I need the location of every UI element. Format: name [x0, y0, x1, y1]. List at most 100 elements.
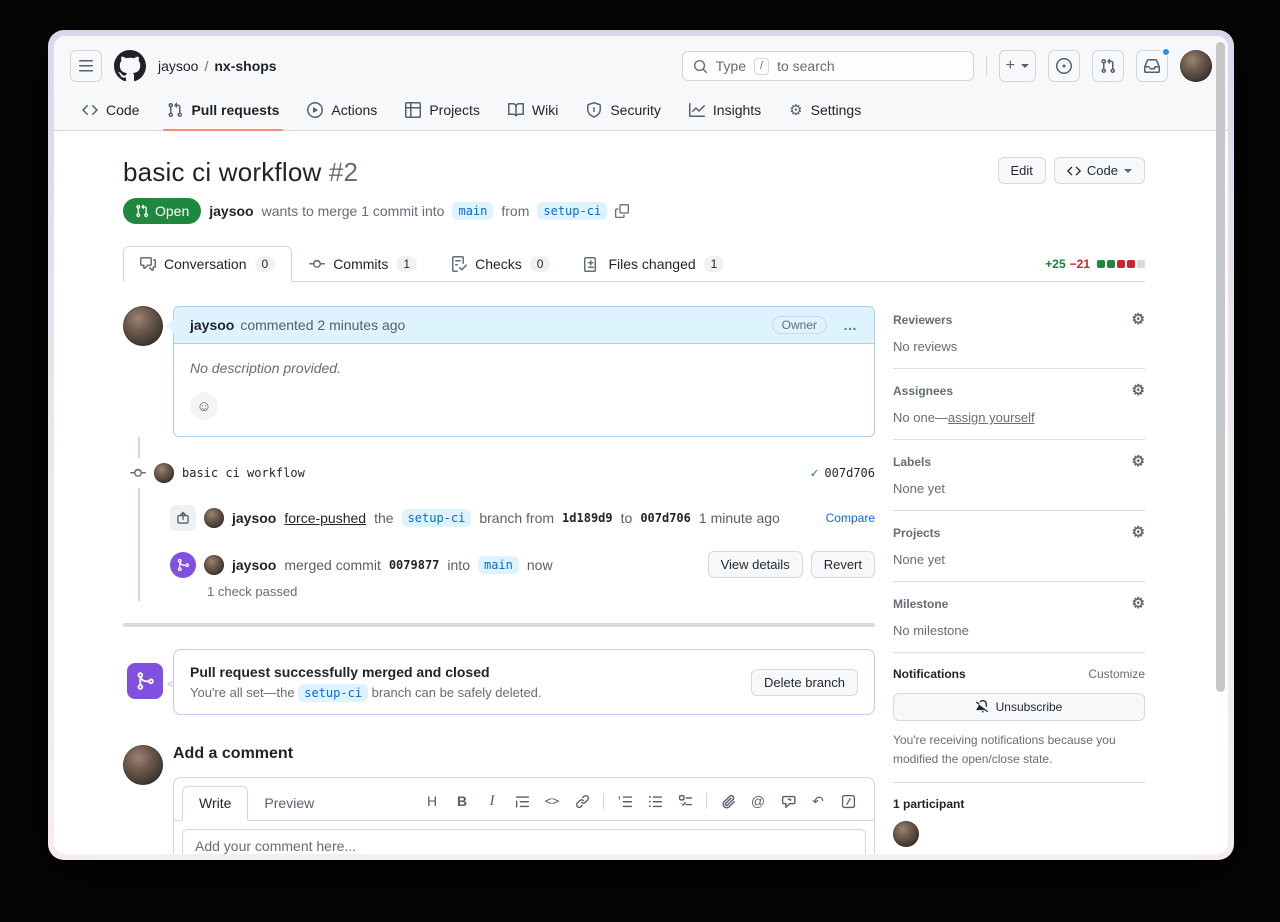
copy-icon[interactable] [615, 204, 629, 218]
base-branch-label[interactable]: main [478, 556, 519, 574]
check-passed-icon[interactable]: ✓ [811, 466, 819, 481]
create-new-button[interactable]: + [999, 50, 1036, 82]
nav-tab-security[interactable]: Security [574, 94, 673, 130]
tab-conversation[interactable]: Conversation 0 [123, 246, 292, 282]
participant-avatar[interactable] [893, 821, 919, 847]
diffstat: +25 −21 [1045, 257, 1145, 281]
breadcrumb-repo[interactable]: nx-shops [214, 58, 276, 74]
slash-commands-icon[interactable] [834, 788, 862, 814]
tab-commits[interactable]: Commits 1 [292, 246, 434, 282]
head-branch-label[interactable]: setup-ci [402, 509, 472, 527]
tab-files-changed[interactable]: Files changed 1 [567, 246, 741, 282]
comment-author[interactable]: jaysoo [190, 317, 234, 333]
window-scrollbar[interactable] [1216, 42, 1225, 692]
sidebar-labels: Labels ⚙ None yet [893, 454, 1145, 511]
code-dropdown-button[interactable]: Code [1054, 157, 1145, 184]
edit-button[interactable]: Edit [998, 157, 1046, 184]
ordered-list-icon[interactable] [611, 788, 639, 814]
git-commit-icon [130, 461, 146, 485]
diff-blocks [1097, 260, 1145, 268]
commit-sha[interactable]: 007d706 [824, 466, 875, 480]
attachment-icon[interactable] [714, 788, 742, 814]
head-branch-label[interactable]: setup-ci [298, 684, 368, 702]
pull-requests-button[interactable] [1092, 50, 1124, 82]
nav-tab-projects[interactable]: Projects [393, 94, 492, 130]
commit-message[interactable]: basic ci workflow [182, 466, 305, 480]
task-list-icon[interactable] [671, 788, 699, 814]
gear-icon[interactable]: ⚙ [1132, 525, 1145, 540]
check-passed-note[interactable]: 1 check passed [207, 584, 875, 599]
preview-tab[interactable]: Preview [248, 787, 330, 820]
base-branch-label[interactable]: main [452, 202, 493, 220]
commit-author-avatar[interactable] [154, 463, 174, 483]
reply-icon[interactable]: ↶ [804, 788, 832, 814]
toolbar-divider [603, 793, 604, 809]
nav-tab-code[interactable]: Code [70, 94, 151, 130]
quote-icon[interactable] [508, 788, 536, 814]
heading-icon[interactable]: H [418, 788, 446, 814]
head-branch-label[interactable]: setup-ci [537, 202, 607, 220]
github-logo[interactable] [114, 50, 146, 82]
gear-icon[interactable]: ⚙ [1132, 454, 1145, 469]
gear-icon[interactable]: ⚙ [1132, 383, 1145, 398]
comment-textarea[interactable] [182, 829, 866, 854]
breadcrumb-owner[interactable]: jaysoo [158, 58, 198, 74]
nav-tab-insights[interactable]: Insights [677, 94, 773, 130]
tab-counter: 0 [530, 256, 551, 272]
notifications-caption: You're receiving notifications because y… [893, 731, 1145, 768]
event-actor-avatar[interactable] [204, 555, 224, 575]
milestone-header[interactable]: Milestone ⚙ [893, 596, 1145, 611]
play-icon [307, 102, 323, 118]
comment-author-avatar[interactable] [123, 306, 163, 346]
comment-kebab-menu[interactable]: … [843, 317, 858, 333]
unordered-list-icon[interactable] [641, 788, 669, 814]
inbox-button[interactable] [1136, 50, 1168, 82]
gear-icon[interactable]: ⚙ [1132, 596, 1145, 611]
force-pushed-link[interactable]: force-pushed [284, 510, 366, 526]
timeline-merged-event: jaysoo merged commit 0079877 into main n… [123, 551, 875, 578]
user-avatar[interactable] [1180, 50, 1212, 82]
assign-yourself-link[interactable]: assign yourself [948, 410, 1035, 425]
timeline-commit-event: basic ci workflow ✓ 007d706 [123, 461, 875, 485]
labels-header[interactable]: Labels ⚙ [893, 454, 1145, 469]
participants-title: 1 participant [893, 797, 1145, 811]
tab-counter: 1 [704, 256, 725, 272]
git-pull-request-icon [1100, 58, 1116, 74]
projects-value: None yet [893, 552, 1145, 567]
tab-counter: 1 [396, 256, 417, 272]
revert-button[interactable]: Revert [811, 551, 875, 578]
pr-author[interactable]: jaysoo [209, 203, 253, 219]
reviewers-header[interactable]: Reviewers ⚙ [893, 312, 1145, 327]
nav-tab-settings[interactable]: ⚙ Settings [777, 94, 873, 130]
nav-tab-wiki[interactable]: Wiki [496, 94, 570, 130]
gear-icon[interactable]: ⚙ [1132, 312, 1145, 327]
assignees-header[interactable]: Assignees ⚙ [893, 383, 1145, 398]
add-reaction-button[interactable]: ☺ [190, 392, 218, 420]
customize-link[interactable]: Customize [1088, 667, 1145, 681]
tab-counter: 0 [255, 256, 276, 272]
cross-reference-icon[interactable] [774, 788, 802, 814]
tab-checks[interactable]: Checks 0 [434, 246, 567, 282]
event-actor-avatar[interactable] [204, 508, 224, 528]
nav-tab-pull-requests[interactable]: Pull requests [155, 94, 291, 130]
compare-link[interactable]: Compare [826, 511, 875, 525]
owner-badge: Owner [772, 316, 827, 334]
unsubscribe-button[interactable]: Unsubscribe [893, 693, 1145, 721]
mention-icon[interactable]: @ [744, 788, 772, 814]
link-icon[interactable] [568, 788, 596, 814]
projects-header[interactable]: Projects ⚙ [893, 525, 1145, 540]
old-sha[interactable]: 1d189d9 [562, 511, 613, 525]
write-tab[interactable]: Write [182, 786, 248, 821]
hamburger-menu-button[interactable] [70, 50, 102, 82]
nav-tab-actions[interactable]: Actions [295, 94, 389, 130]
bold-icon[interactable]: B [448, 788, 476, 814]
merged-commit-sha[interactable]: 0079877 [389, 558, 440, 572]
issues-button[interactable] [1048, 50, 1080, 82]
delete-branch-button[interactable]: Delete branch [751, 669, 858, 696]
search-input[interactable]: Type / to search [682, 51, 974, 81]
italic-icon[interactable]: I [478, 788, 506, 814]
code-icon[interactable]: <> [538, 788, 566, 814]
new-sha[interactable]: 007d706 [640, 511, 691, 525]
view-details-button[interactable]: View details [708, 551, 803, 578]
git-merge-icon [170, 552, 196, 578]
